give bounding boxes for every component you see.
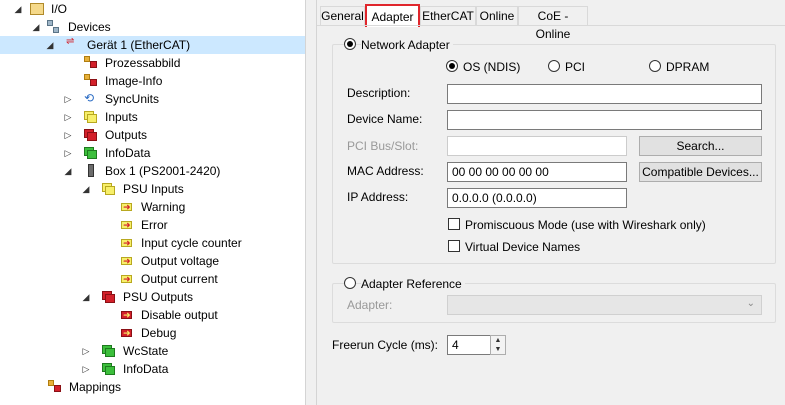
pci-bus-slot-label: PCI Bus/Slot: <box>347 139 419 153</box>
adapter-reference-radio[interactable] <box>344 277 356 289</box>
ip-address-field[interactable]: 0.0.0.0 (0.0.0.0) <box>447 188 627 208</box>
tree-item-io[interactable]: ◢ I/O <box>0 0 305 18</box>
solution-tree[interactable]: ◢ I/O ◢ Devices ◢ ⇌ Gerät 1 (EtherCAT) P… <box>0 0 305 405</box>
output-variable-icon: ➜ <box>121 328 132 338</box>
image-info-icon <box>84 74 98 88</box>
tree-item-box-1[interactable]: ◢ Box 1 (PS2001-2420) <box>0 162 305 180</box>
wcstate-icon <box>102 344 116 358</box>
mappings-icon <box>48 380 62 394</box>
network-adapter-label: Network Adapter <box>361 38 453 52</box>
collapse-toggle-icon[interactable]: ◢ <box>81 180 91 198</box>
collapse-toggle-icon[interactable]: ◢ <box>63 162 73 180</box>
tree-item-wcstate[interactable]: ▷ WcState <box>0 342 305 360</box>
infodata-icon <box>84 146 98 160</box>
collapse-toggle-icon[interactable]: ◢ <box>45 36 55 54</box>
pci-bus-slot-field <box>447 136 627 156</box>
input-variable-icon: ➜ <box>121 220 132 230</box>
input-variable-icon: ➜ <box>121 256 132 266</box>
infodata-icon <box>102 362 116 376</box>
tab-adapter[interactable]: Adapter <box>365 4 420 27</box>
expand-toggle-icon[interactable]: ▷ <box>63 108 73 126</box>
dpram-label: DPRAM <box>666 60 710 74</box>
outputs-icon <box>84 128 98 142</box>
tree-item-devices[interactable]: ◢ Devices <box>0 18 305 36</box>
freerun-cycle-label: Freerun Cycle (ms): <box>332 338 439 352</box>
adapter-reference-label: Adapter Reference <box>361 277 465 291</box>
box-icon <box>86 164 100 178</box>
device-name-field[interactable] <box>447 110 762 130</box>
adapter-dropdown: ⌄ <box>447 295 762 315</box>
input-variable-icon: ➜ <box>121 202 132 212</box>
tree-item-psu-outputs[interactable]: ◢ PSU Outputs <box>0 288 305 306</box>
expand-toggle-icon[interactable]: ▷ <box>63 126 73 144</box>
spin-up-icon[interactable]: ▲ <box>491 336 505 345</box>
inputs-icon <box>84 110 98 124</box>
tree-item-error[interactable]: ➜ Error <box>0 216 305 234</box>
tree-item-box-infodata[interactable]: ▷ InfoData <box>0 360 305 378</box>
inputs-icon <box>102 182 116 196</box>
pci-radio[interactable] <box>548 60 560 72</box>
collapse-toggle-icon[interactable]: ◢ <box>81 288 91 306</box>
devices-icon <box>47 20 61 34</box>
virtual-device-names-checkbox[interactable] <box>448 240 460 252</box>
panel-splitter[interactable] <box>305 0 317 405</box>
os-ndis-label: OS (NDIS) <box>463 60 521 74</box>
tab-coe-online[interactable]: CoE - Online <box>518 6 588 41</box>
expand-toggle-icon[interactable]: ▷ <box>81 342 91 360</box>
input-variable-icon: ➜ <box>121 274 132 284</box>
mac-address-label: MAC Address: <box>347 164 424 178</box>
expand-toggle-icon[interactable]: ▷ <box>63 90 73 108</box>
device-name-label: Device Name: <box>347 112 423 126</box>
tree-item-prozessabbild: Prozessabbild <box>0 54 305 72</box>
process-image-icon <box>84 56 98 70</box>
tab-online[interactable]: Online <box>476 6 518 26</box>
network-adapter-radio[interactable] <box>344 38 356 50</box>
adapter-label: Adapter: <box>347 298 393 312</box>
tree-item-psu-inputs[interactable]: ◢ PSU Inputs <box>0 180 305 198</box>
pci-label: PCI <box>565 60 586 74</box>
io-folder-icon <box>30 2 44 16</box>
freerun-cycle-stepper[interactable]: ▲ ▼ <box>490 335 506 355</box>
description-field[interactable] <box>447 84 762 104</box>
tree-item-output-current[interactable]: ➜ Output current <box>0 270 305 288</box>
tree-item-image-info: Image-Info <box>0 72 305 90</box>
tree-item-geraet-1[interactable]: ◢ ⇌ Gerät 1 (EtherCAT) <box>0 36 305 54</box>
expand-toggle-icon[interactable]: ▷ <box>81 360 91 378</box>
output-variable-icon: ➜ <box>121 310 132 320</box>
tree-item-syncunits[interactable]: ▷ ⟲ SyncUnits <box>0 90 305 108</box>
tree-item-mappings[interactable]: Mappings <box>0 378 305 396</box>
dpram-radio[interactable] <box>649 60 661 72</box>
os-ndis-radio[interactable] <box>446 60 458 72</box>
virtual-device-names-label: Virtual Device Names <box>465 240 581 254</box>
syncunits-icon: ⟲ <box>84 91 95 105</box>
search-button[interactable]: Search... <box>639 136 762 156</box>
properties-panel: General Adapter EtherCAT Online CoE - On… <box>317 0 785 405</box>
tab-general[interactable]: General <box>320 6 365 26</box>
description-label: Description: <box>347 86 411 100</box>
ethercat-device-icon: ⇌ <box>66 36 75 47</box>
tree-item-inputs[interactable]: ▷ Inputs <box>0 108 305 126</box>
mac-address-field[interactable]: 00 00 00 00 00 00 <box>447 162 627 182</box>
promiscuous-mode-checkbox[interactable] <box>448 218 460 230</box>
spin-down-icon[interactable]: ▼ <box>491 345 505 354</box>
tree-item-disable-output[interactable]: ➜ Disable output <box>0 306 305 324</box>
tab-ethercat[interactable]: EtherCAT <box>420 6 476 26</box>
tree-item-input-cycle-counter[interactable]: ➜ Input cycle counter <box>0 234 305 252</box>
expand-toggle-icon[interactable]: ▷ <box>63 144 73 162</box>
collapse-toggle-icon[interactable]: ◢ <box>13 0 23 18</box>
promiscuous-mode-label: Promiscuous Mode (use with Wireshark onl… <box>465 218 706 232</box>
tree-item-outputs[interactable]: ▷ Outputs <box>0 126 305 144</box>
collapse-toggle-icon[interactable]: ◢ <box>31 18 41 36</box>
chevron-down-icon: ⌄ <box>746 298 755 309</box>
tree-item-warning[interactable]: ➜ Warning <box>0 198 305 216</box>
tree-item-infodata[interactable]: ▷ InfoData <box>0 144 305 162</box>
tab-divider <box>317 25 785 26</box>
tree-item-debug[interactable]: ➜ Debug <box>0 324 305 342</box>
ip-address-label: IP Address: <box>347 190 409 204</box>
outputs-icon <box>102 290 116 304</box>
tree-item-output-voltage[interactable]: ➜ Output voltage <box>0 252 305 270</box>
compatible-devices-button[interactable]: Compatible Devices... <box>639 162 762 182</box>
input-variable-icon: ➜ <box>121 238 132 248</box>
